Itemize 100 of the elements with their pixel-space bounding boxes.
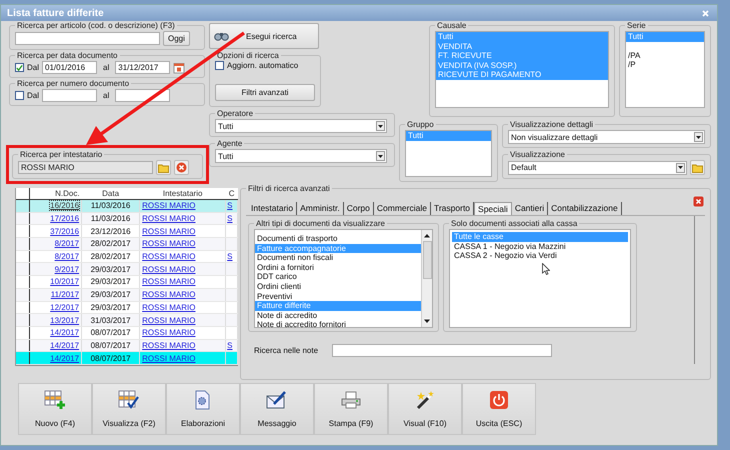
group-label: Operatore <box>216 109 254 118</box>
calendar-icon[interactable] <box>173 62 186 74</box>
checkbox[interactable] <box>215 61 224 70</box>
toolbar-button[interactable]: Nuovo (F4) <box>18 383 92 435</box>
tab[interactable]: Speciali <box>474 202 512 215</box>
dropdown[interactable]: Tutti <box>215 119 387 133</box>
field-label: al <box>103 91 110 100</box>
customer-link[interactable]: ROSSI MARIO <box>142 328 196 338</box>
table-row[interactable]: 13/2017 31/03/2017 ROSSI MARIO <box>16 314 238 326</box>
document-link[interactable]: 37/2016 <box>50 226 80 236</box>
list-item[interactable]: Documenti di trasporto <box>255 234 421 244</box>
checkbox[interactable] <box>15 91 24 100</box>
scrollbar[interactable] <box>421 230 432 327</box>
tab[interactable]: Commerciale <box>374 202 431 215</box>
input-field[interactable] <box>15 32 160 45</box>
list-item[interactable]: CASSA 2 - Negozio via Verdi <box>452 251 628 261</box>
field-label: al <box>103 63 110 72</box>
table-row[interactable]: 14/2017 08/07/2017 ROSSI MARIO <box>16 352 238 364</box>
tab[interactable]: Cantieri <box>512 202 548 215</box>
folder-button[interactable] <box>690 160 705 175</box>
tab[interactable]: Contabilizzazione <box>548 202 622 215</box>
table-cell: 08/07/2017 <box>90 340 131 350</box>
document-link[interactable]: 8/2017 <box>54 252 80 262</box>
date-field[interactable]: 31/12/2017 <box>115 61 170 74</box>
folder-button[interactable] <box>156 160 171 175</box>
scroll-up-arrow-icon[interactable] <box>423 233 431 238</box>
group-label: Causale <box>436 21 468 30</box>
table-row[interactable]: 11/2017 29/03/2017 ROSSI MARIO <box>16 288 238 301</box>
close-icon[interactable] <box>693 196 704 207</box>
table-row[interactable]: 14/2017 08/07/2017 ROSSI MARIO S <box>16 339 238 352</box>
customer-link[interactable]: ROSSI MARIO <box>142 252 196 262</box>
customer-link[interactable]: ROSSI MARIO <box>142 277 196 286</box>
list-item[interactable]: Preventivi <box>255 292 421 302</box>
advanced-filters-button[interactable]: Filtri avanzati <box>215 84 315 101</box>
notes-field[interactable] <box>332 344 552 357</box>
group-label: Visualizzazione <box>509 150 566 159</box>
table-row[interactable]: 16/2016 11/03/2016 ROSSI MARIO S <box>16 200 238 212</box>
list-item[interactable]: Ordini a fornitori <box>255 262 421 272</box>
tab[interactable]: Corpo <box>344 202 374 215</box>
clear-button[interactable] <box>174 160 189 175</box>
list-item[interactable]: Note di accredito <box>255 310 421 320</box>
table-row[interactable]: 14/2017 08/07/2017 ROSSI MARIO <box>16 326 238 340</box>
customer-link[interactable]: ROSSI MARIO <box>142 226 196 236</box>
column-header[interactable]: N.Doc. <box>29 188 82 200</box>
table-cell: 11/03/2016 <box>90 201 130 210</box>
table-cell: 08/07/2017 <box>90 354 131 363</box>
table-cell: 23/12/2016 <box>90 226 131 236</box>
customer-link[interactable]: ROSSI MARIO <box>142 302 196 312</box>
table-cell: 29/03/2017 <box>90 277 131 286</box>
dropdown[interactable]: Non visualizzare dettagli <box>508 130 705 144</box>
list-item[interactable]: Note di accredito fornitori <box>255 320 421 330</box>
toolbar-button[interactable]: Messaggio <box>240 383 314 435</box>
power-icon <box>488 390 510 410</box>
dropdown[interactable]: Tutti <box>215 149 387 163</box>
table-row[interactable]: 9/2017 29/03/2017 ROSSI MARIO <box>16 262 238 276</box>
toolbar-button[interactable]: Elaborazioni <box>166 383 240 435</box>
today-button[interactable]: Oggi <box>163 31 190 46</box>
printer-icon <box>340 390 362 410</box>
list-item[interactable]: DDT carico <box>255 272 421 282</box>
folder-icon <box>158 162 169 172</box>
column-header[interactable]: Data <box>82 188 140 200</box>
table-cell: 29/03/2017 <box>90 302 131 312</box>
date-field[interactable]: 01/01/2016 <box>42 61 98 74</box>
tab[interactable]: Amministr. <box>297 202 344 215</box>
mouse-pointer-icon <box>542 263 550 275</box>
toolbar-button[interactable]: Stampa (F9) <box>314 383 388 435</box>
table-row[interactable]: 8/2017 28/02/2017 ROSSI MARIO <box>16 238 238 250</box>
group-label: Ricerca per intestatario <box>19 150 104 159</box>
scroll-down-arrow-icon[interactable] <box>423 319 431 324</box>
group-label: Altri tipi di documenti da visualizzare <box>255 219 386 228</box>
table-cell[interactable]: S <box>227 252 232 262</box>
toolbar-button[interactable]: Uscita (ESC) <box>462 383 536 435</box>
document-link[interactable]: 12/2017 <box>50 302 80 312</box>
column-header[interactable]: C <box>226 188 238 200</box>
folder-icon <box>692 162 703 172</box>
close-icon[interactable] <box>702 10 709 16</box>
dropdown[interactable]: Default <box>508 160 687 174</box>
scrollbar[interactable] <box>16 364 238 366</box>
list-item[interactable]: Ordini clienti <box>255 282 421 292</box>
input-field[interactable] <box>42 89 98 102</box>
table-row[interactable]: 17/2016 11/03/2016 ROSSI MARIO S <box>16 212 238 225</box>
run-search-button[interactable]: Esegui ricerca <box>209 23 319 49</box>
column-header[interactable]: Intestatario <box>140 188 226 200</box>
group-label: Solo documenti associati alla cassa <box>450 219 578 228</box>
table-cell: 28/02/2017 <box>90 239 131 248</box>
list-item[interactable]: /P <box>626 60 704 70</box>
tab[interactable]: Intestatario <box>248 202 298 215</box>
caret-icon <box>376 121 385 131</box>
list-item[interactable]: CASSA 1 - Negozio via Mazzini <box>452 242 628 252</box>
input-field[interactable]: ROSSI MARIO <box>18 161 153 174</box>
list-item[interactable]: /PA <box>626 50 704 60</box>
grid-check-icon <box>118 390 140 410</box>
checkbox[interactable] <box>15 63 24 72</box>
document-link[interactable]: 14/2017 <box>50 328 80 338</box>
list-item[interactable]: Documenti non fiscali <box>255 253 421 263</box>
table-cell: 28/02/2017 <box>90 252 131 262</box>
toolbar-button[interactable]: Visualizza (F2) <box>92 383 166 435</box>
document-link[interactable]: 10/2017 <box>50 277 80 286</box>
table-row[interactable]: 10/2017 29/03/2017 ROSSI MARIO <box>16 276 238 288</box>
toolbar-button[interactable]: Visual (F10) <box>388 383 462 435</box>
